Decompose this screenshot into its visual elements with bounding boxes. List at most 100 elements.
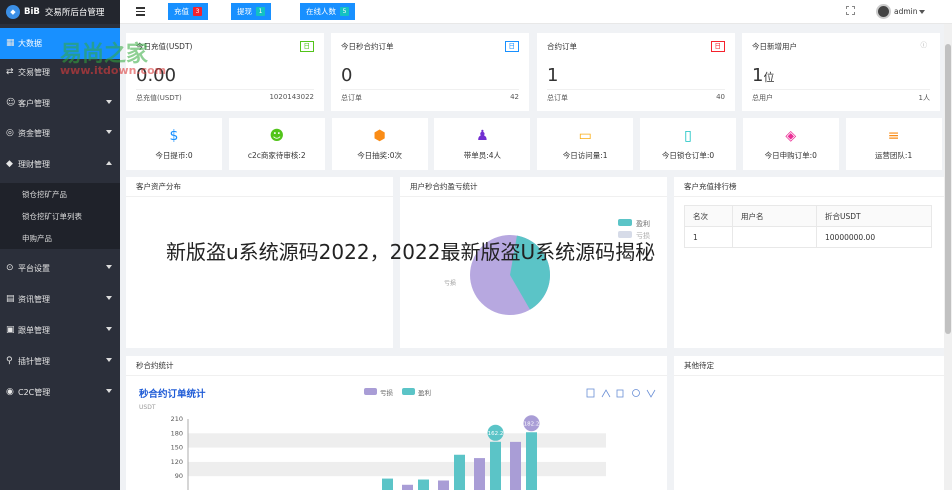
stat-title: 合约订单 xyxy=(547,42,577,51)
refresh-icon[interactable] xyxy=(632,389,640,397)
sidebar-item-2[interactable]: ☺ 客户管理 xyxy=(0,88,120,119)
quick-stat-card[interactable]: ☻ c2c商家待审核:2 xyxy=(228,118,325,170)
sidebar-item-label: 理财管理 xyxy=(18,160,50,169)
sidebar-item-label: 平台设置 xyxy=(18,264,50,273)
legend-label-0[interactable]: 亏损 xyxy=(380,388,394,397)
table-row: 1 10000000.00 xyxy=(684,226,932,248)
sidebar-subitem-2[interactable]: 申购产品 xyxy=(0,227,120,249)
users-icon: ☺ xyxy=(6,98,16,108)
recharge-button[interactable]: 充值 3 xyxy=(168,3,208,20)
stat-card: 合约订单 日 1 总订单 40 xyxy=(537,33,735,111)
dollar-icon: $ xyxy=(169,127,179,144)
sidebar-subitem-0[interactable]: 锁仓挖矿产品 xyxy=(0,183,120,205)
quick-stat-card[interactable]: ▭ 今日访问量:1 xyxy=(537,118,634,170)
sidebar-item-label: 资讯管理 xyxy=(18,295,50,304)
sidebar-item-6[interactable]: ▤ 资讯管理 xyxy=(0,284,120,315)
box-icon: ⬢ xyxy=(373,127,386,144)
sidebar-item-3[interactable]: ◎ 资金管理 xyxy=(0,118,120,149)
bar-switch-icon[interactable] xyxy=(616,389,624,398)
watermark-url: www.itdown.com xyxy=(60,64,167,77)
quick-stat-card[interactable]: ⬢ 今日抽奖:0次 xyxy=(331,118,428,170)
legend-label-1[interactable]: 盈利 xyxy=(418,388,431,397)
sidebar-subitem-1[interactable]: 锁仓挖矿订单列表 xyxy=(0,205,120,227)
scrollbar-thumb[interactable] xyxy=(945,44,951,334)
brand: ◆ BiB 交易所后台管理 xyxy=(0,0,120,24)
bar-0-2[interactable] xyxy=(438,480,449,490)
grid-icon: ▦ xyxy=(6,38,15,48)
logo-icon: ◆ xyxy=(6,5,20,19)
bar-chart: 秒合约订单统计 USDT 亏损 盈利 210 180 150 120 90 162.2 18… xyxy=(139,388,656,490)
legend-swatch-0[interactable] xyxy=(364,388,377,395)
quick-stat-card[interactable]: ≡ 运营团队:1 xyxy=(845,118,942,170)
menu-toggle-icon[interactable] xyxy=(136,7,145,16)
stat-number: 1 xyxy=(547,65,559,86)
stat-title: 今日新增用户 xyxy=(752,42,797,51)
period-badge: 日 xyxy=(504,41,519,52)
avatar[interactable] xyxy=(876,4,891,19)
stat-card: 今日秒合约订单 日 0 总订单 42 xyxy=(331,33,529,111)
period-badge: 日 xyxy=(710,41,725,52)
grid-band xyxy=(188,433,606,448)
stat-value: 1位 xyxy=(752,65,774,86)
exchange-icon: ⇄ xyxy=(6,67,14,77)
data-view-icon[interactable] xyxy=(586,388,595,398)
cell-username xyxy=(732,226,817,248)
pie-chart: 盈利 亏损 亏损 xyxy=(444,219,650,315)
stat-title: 今日秒合约订单 xyxy=(341,42,394,51)
overlay-title: 新版盗u系统源码2022，2022最新版盗U系统源码揭秘 xyxy=(166,240,656,264)
news-icon: ▤ xyxy=(6,294,15,304)
y-tick-label: 150 xyxy=(171,444,183,452)
panel-title: 其他待定 xyxy=(674,356,944,376)
withdraw-button[interactable]: 提现 1 xyxy=(231,3,271,20)
document-icon: ▯ xyxy=(684,127,692,144)
chart-toolbox[interactable] xyxy=(586,388,656,398)
bag-icon: ◆ xyxy=(6,159,13,169)
user-name[interactable]: admin xyxy=(894,7,918,16)
y-tick-label: 90 xyxy=(175,472,183,480)
grid-band xyxy=(188,461,606,477)
contract-stats-panel: 秒合约统计 秒合约订单统计 USDT 亏损 盈利 210 180 150 120 90 1… xyxy=(126,356,667,490)
bar-1-3[interactable] xyxy=(490,441,501,490)
online-users-badge: 5 xyxy=(340,7,349,16)
panel-title: 客户充值排行榜 xyxy=(674,177,944,197)
settings-icon: ⊙ xyxy=(6,263,14,273)
stat-value: 1 xyxy=(547,65,558,86)
line-switch-icon[interactable] xyxy=(601,389,611,398)
sidebar-item-9[interactable]: ◉ C2C管理 xyxy=(0,377,120,408)
quick-stat-label: 今日锁仓订单:0 xyxy=(661,150,715,160)
quick-stat-label: 带单员:4人 xyxy=(463,150,502,160)
bar-0-4[interactable] xyxy=(510,441,521,490)
bar-1-1[interactable] xyxy=(418,479,429,490)
tag-icon: ◈ xyxy=(785,127,797,144)
chevron-down-icon xyxy=(106,296,112,300)
chevron-down-icon[interactable] xyxy=(919,10,925,14)
scrollbar[interactable] xyxy=(944,24,952,490)
bar-1-2[interactable] xyxy=(454,454,465,490)
chevron-down-icon xyxy=(106,265,112,269)
sidebar-item-7[interactable]: ▣ 跟单管理 xyxy=(0,315,120,346)
pin-icon: ⚲ xyxy=(6,356,13,366)
quick-stat-label: 今日提币:0 xyxy=(155,150,193,160)
sidebar-item-8[interactable]: ⚲ 插针管理 xyxy=(0,346,120,377)
quick-stat-card[interactable]: ◈ 今日申购订单:0 xyxy=(742,118,839,170)
chart-title: 秒合约订单统计 xyxy=(139,388,206,400)
fullscreen-icon[interactable] xyxy=(846,6,855,15)
bar-1-4[interactable] xyxy=(526,432,537,490)
sidebar-item-4[interactable]: ◆ 理财管理 xyxy=(0,149,120,180)
bar-0-3[interactable] xyxy=(474,458,485,490)
online-users-button[interactable]: 在线人数 5 xyxy=(300,3,355,20)
info-icon: ⓘ xyxy=(920,41,928,49)
stat-value: 0 xyxy=(341,65,352,86)
quick-stat-card[interactable]: $ 今日提币:0 xyxy=(126,118,222,170)
quick-stat-card[interactable]: ▯ 今日锁仓订单:0 xyxy=(640,118,736,170)
copy-icon: ▣ xyxy=(6,325,15,335)
legend-swatch-1[interactable] xyxy=(402,388,415,395)
bar-1-0[interactable] xyxy=(382,478,393,490)
period-badge: 日 xyxy=(299,41,314,52)
quick-stat-card[interactable]: ♟ 带单员:4人 xyxy=(434,118,531,170)
bar-0-1[interactable] xyxy=(402,484,413,490)
stat-foot-label: 总订单 xyxy=(547,94,568,102)
topbar: 充值 3 提现 1 在线人数 5 admin xyxy=(120,0,952,24)
download-icon[interactable] xyxy=(646,389,656,398)
sidebar-item-5[interactable]: ⊙ 平台设置 xyxy=(0,253,120,284)
